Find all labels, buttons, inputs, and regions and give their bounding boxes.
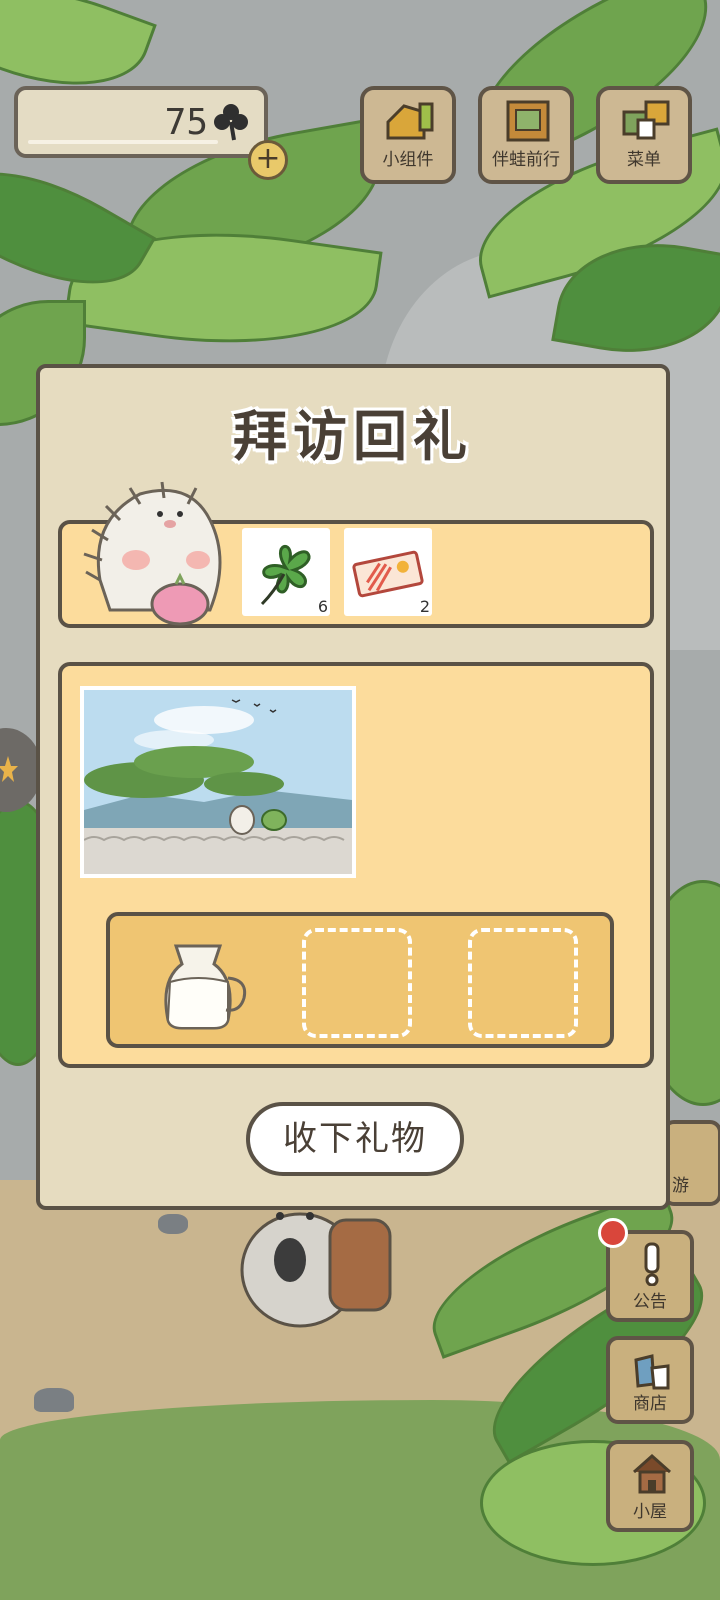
clover-bar xyxy=(28,140,218,144)
travel-with-frog-label: 伴蛙前行 xyxy=(492,150,560,170)
menu-button[interactable]: 菜单 xyxy=(596,86,692,184)
map-book-icon xyxy=(506,100,550,142)
menu-cards-icon xyxy=(622,100,670,140)
shop-label: 商店 xyxy=(633,1394,667,1414)
pebble xyxy=(158,1214,188,1234)
collect-gift-button[interactable]: 收下礼物 xyxy=(246,1102,464,1176)
dialog-title: 拜访回礼 xyxy=(233,405,473,468)
raffle-ticket-icon xyxy=(352,550,424,598)
travel-with-frog-button[interactable]: 伴蛙前行 xyxy=(478,86,574,184)
hedgehog-visitor-avatar xyxy=(83,481,222,626)
photo-scene xyxy=(84,690,352,874)
reward-clover: 6 xyxy=(242,528,330,616)
milk-jug-icon xyxy=(164,944,247,1030)
four-leaf-clover-icon xyxy=(260,544,311,606)
widget-button[interactable]: 小组件 xyxy=(360,86,456,184)
shop-bags-icon xyxy=(634,1354,670,1390)
visit-gift-dialog: 拜访回礼 6 2 收下礼物 xyxy=(36,364,670,1210)
shop-button[interactable]: 商店 xyxy=(606,1336,694,1424)
star-icon xyxy=(0,756,18,782)
gift-slot-empty-3[interactable] xyxy=(468,928,578,1038)
widget-icon xyxy=(386,102,434,140)
travel-side-label: 游 xyxy=(672,1176,689,1196)
widget-label: 小组件 xyxy=(382,150,434,170)
announcement-label: 公告 xyxy=(633,1292,667,1312)
gift-panel xyxy=(58,662,654,1068)
reward-clover-count: 6 xyxy=(317,597,328,616)
menu-label: 菜单 xyxy=(627,150,661,170)
house-button[interactable]: 小屋 xyxy=(606,1440,694,1532)
pebble xyxy=(34,1388,74,1412)
hamster-character xyxy=(240,1212,392,1328)
gift-slot-tray xyxy=(106,912,614,1048)
reward-ticket: 2 xyxy=(344,528,432,616)
clover-icon xyxy=(214,104,248,141)
house-label: 小屋 xyxy=(633,1502,667,1522)
reward-ticket-count: 2 xyxy=(419,597,430,616)
clover-counter: 75 xyxy=(14,86,268,158)
travel-side-button[interactable]: 游 xyxy=(662,1120,720,1206)
notification-badge xyxy=(598,1218,628,1248)
gift-slot-milk[interactable] xyxy=(148,928,258,1038)
gift-slot-empty-2[interactable] xyxy=(302,928,412,1038)
add-clover-button[interactable]: + xyxy=(248,140,288,180)
house-icon xyxy=(633,1453,671,1494)
clover-count: 75 xyxy=(164,102,208,143)
souvenir-photo[interactable] xyxy=(80,686,356,878)
exclamation-icon xyxy=(644,1242,660,1286)
